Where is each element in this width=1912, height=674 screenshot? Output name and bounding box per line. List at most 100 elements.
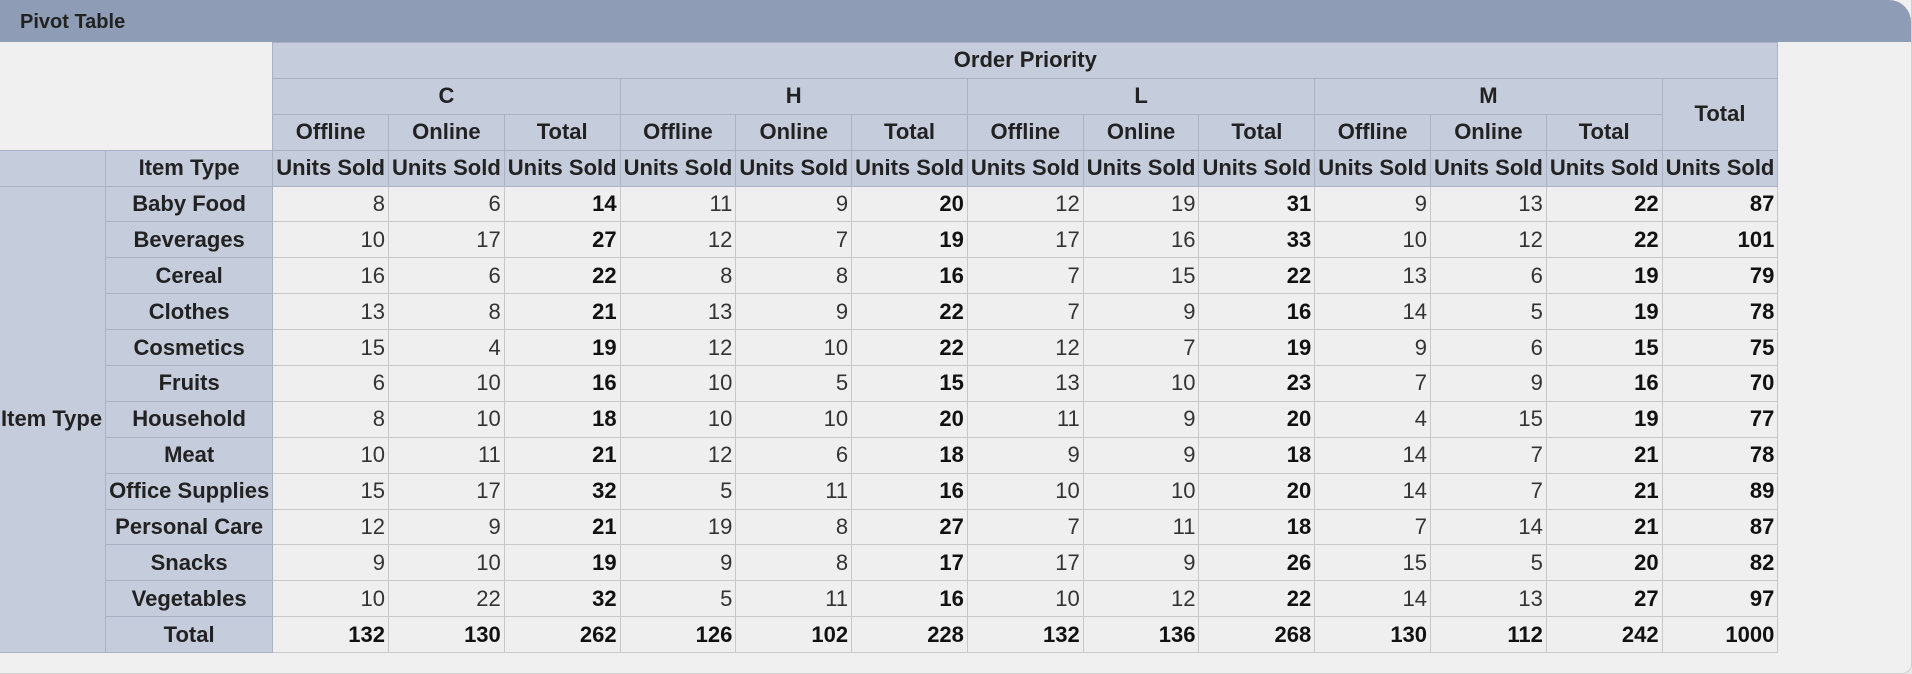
value-cell: 17 xyxy=(966,221,1084,259)
value-cell: 7 xyxy=(1430,472,1547,510)
table-row: Meat 10 11 21 12 6 18 9 9 18 14 7 21 78 xyxy=(0,436,1779,474)
value-cell: 22 xyxy=(388,580,505,618)
subcolumn-header-total: Total xyxy=(1545,113,1663,151)
row-label: Office Supplies xyxy=(105,472,274,510)
total-cell: 15 xyxy=(1545,329,1663,367)
value-cell: 14 xyxy=(1314,436,1432,474)
value-cell: 8 xyxy=(735,257,853,295)
value-cell: 5 xyxy=(619,580,737,618)
grand-total-cell: 228 xyxy=(851,616,968,654)
total-cell: 22 xyxy=(1198,580,1316,618)
total-cell: 20 xyxy=(851,400,968,438)
total-cell: 14 xyxy=(503,185,621,223)
total-cell: 26 xyxy=(1198,544,1316,582)
table-row: Cosmetics 15 4 19 12 10 22 12 7 19 9 6 15 75 xyxy=(0,329,1779,367)
value-cell: 11 xyxy=(735,580,853,618)
grand-total-header: Total xyxy=(1661,77,1779,151)
value-cell: 7 xyxy=(966,293,1084,331)
value-cell: 10 xyxy=(388,400,505,438)
total-cell: 82 xyxy=(1661,544,1779,582)
total-cell: 77 xyxy=(1661,400,1779,438)
value-cell: 8 xyxy=(272,185,389,223)
total-cell: 19 xyxy=(503,329,621,367)
row-dimension-spacer xyxy=(0,149,107,187)
grand-total-cell: 1000 xyxy=(1661,616,1779,654)
value-cell: 19 xyxy=(619,508,737,546)
table-row: Snacks 9 10 19 9 8 17 17 9 26 15 5 20 82 xyxy=(0,544,1779,582)
value-cell: 10 xyxy=(1314,221,1432,259)
table-row: Cereal 16 6 22 8 8 16 7 15 22 13 6 19 79 xyxy=(0,257,1779,295)
total-cell: 79 xyxy=(1661,257,1779,295)
value-cell: 17 xyxy=(388,221,505,259)
grand-total-cell: 136 xyxy=(1082,616,1200,654)
value-cell: 11 xyxy=(735,472,853,510)
panel-title: Pivot Table xyxy=(0,0,1911,42)
subcolumn-header-offline: Offline xyxy=(966,113,1084,151)
value-cell: 8 xyxy=(735,508,853,546)
value-cell: 7 xyxy=(966,257,1084,295)
grand-total-cell: 132 xyxy=(272,616,389,654)
value-cell: 6 xyxy=(388,185,505,223)
value-cell: 14 xyxy=(1314,580,1432,618)
value-cell: 10 xyxy=(1082,365,1200,402)
value-cell: 10 xyxy=(735,400,853,438)
value-cell: 12 xyxy=(1430,221,1547,259)
subcolumn-header-total: Total xyxy=(1198,113,1316,151)
value-cell: 15 xyxy=(272,472,389,510)
measure-header: Units Sold xyxy=(1661,149,1779,187)
total-cell: 21 xyxy=(503,293,621,331)
table-row: Clothes 13 8 21 13 9 22 7 9 16 14 5 19 78 xyxy=(0,293,1779,331)
row-label: Beverages xyxy=(105,221,274,259)
row-label: Cereal xyxy=(105,257,274,295)
value-cell: 11 xyxy=(966,400,1084,438)
measure-header: Units Sold xyxy=(966,149,1084,187)
pivot-panel: Pivot Table Order Priority C H L M Total Offli… xyxy=(0,0,1912,674)
grand-total-cell: 262 xyxy=(503,616,621,654)
total-cell: 16 xyxy=(1198,293,1316,331)
subcolumn-header-total: Total xyxy=(851,113,968,151)
value-cell: 7 xyxy=(1314,365,1432,402)
value-cell: 15 xyxy=(1314,544,1432,582)
row-label: Vegetables xyxy=(105,580,274,618)
value-cell: 9 xyxy=(966,436,1084,474)
total-cell: 32 xyxy=(503,472,621,510)
value-cell: 9 xyxy=(1082,544,1200,582)
value-cell: 6 xyxy=(1430,257,1547,295)
table-row: Item Type Baby Food 8 6 14 11 9 20 12 19 31 9 13 22 87 xyxy=(0,185,1779,654)
total-cell: 18 xyxy=(1198,436,1316,474)
value-cell: 17 xyxy=(388,472,505,510)
value-cell: 10 xyxy=(272,436,389,474)
value-cell: 9 xyxy=(735,185,853,223)
value-cell: 16 xyxy=(272,257,389,295)
corner-blank xyxy=(0,42,273,151)
value-cell: 9 xyxy=(735,293,853,331)
total-cell: 22 xyxy=(503,257,621,295)
value-cell: 7 xyxy=(1314,508,1432,546)
row-label: Household xyxy=(105,400,274,438)
value-cell: 7 xyxy=(966,508,1084,546)
measure-header: Units Sold xyxy=(1545,149,1663,187)
total-cell: 75 xyxy=(1661,329,1779,367)
measure-header: Units Sold xyxy=(1314,149,1432,187)
value-cell: 7 xyxy=(735,221,853,259)
value-cell: 8 xyxy=(735,544,853,582)
total-cell: 21 xyxy=(503,508,621,546)
total-cell: 15 xyxy=(851,365,968,402)
measure-header: Units Sold xyxy=(851,149,968,187)
value-cell: 11 xyxy=(1082,508,1200,546)
value-cell: 10 xyxy=(272,580,389,618)
total-cell: 16 xyxy=(851,580,968,618)
totals-row-label: Total xyxy=(105,616,274,654)
table-row: Beverages 10 17 27 12 7 19 17 16 33 10 12 22 101 xyxy=(0,221,1779,259)
total-cell: 19 xyxy=(503,544,621,582)
subcolumn-header-offline: Offline xyxy=(272,113,389,151)
measure-header: Units Sold xyxy=(735,149,853,187)
value-cell: 4 xyxy=(1314,400,1432,438)
total-cell: 21 xyxy=(1545,472,1663,510)
value-cell: 10 xyxy=(619,365,737,402)
value-cell: 9 xyxy=(1082,400,1200,438)
value-cell: 10 xyxy=(388,365,505,402)
total-cell: 18 xyxy=(1198,508,1316,546)
total-cell: 22 xyxy=(1545,221,1663,259)
total-cell: 18 xyxy=(503,400,621,438)
